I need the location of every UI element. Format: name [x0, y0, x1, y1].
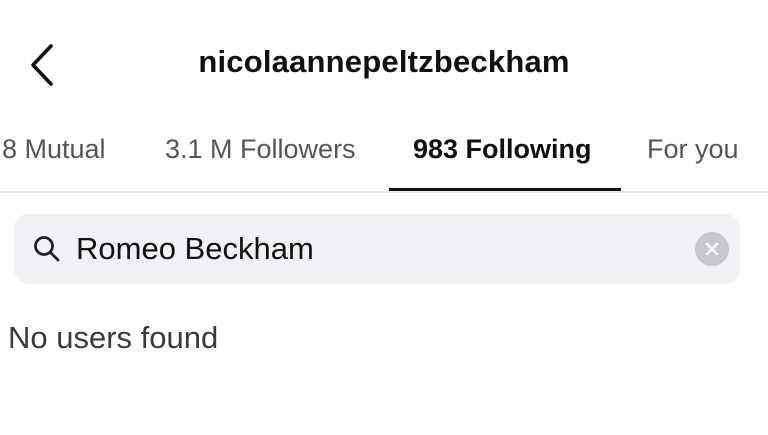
page-title: nicolaannepeltzbeckham — [198, 44, 570, 79]
tab-mutual[interactable]: 8 Mutual — [2, 134, 106, 165]
clear-search-button[interactable] — [695, 232, 729, 266]
tab-for-you[interactable]: For you — [647, 134, 739, 165]
search-input[interactable] — [76, 226, 676, 272]
search-icon — [34, 236, 60, 262]
clear-icon — [705, 242, 719, 256]
tabs-divider — [0, 191, 768, 193]
tab-following[interactable]: 983 Following — [413, 134, 592, 165]
header: nicolaannepeltzbeckham — [0, 0, 768, 120]
search-bar[interactable] — [14, 214, 740, 284]
tab-bar: 8 Mutual 3.1 M Followers 983 Following F… — [0, 120, 768, 192]
empty-results-message: No users found — [8, 320, 219, 355]
tab-followers[interactable]: 3.1 M Followers — [165, 134, 356, 165]
